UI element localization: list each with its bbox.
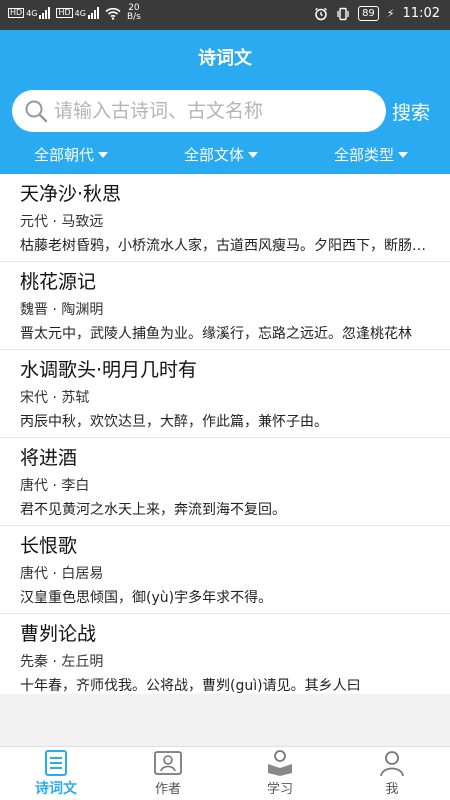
filter-bar: 全部朝代 全部文体 全部类型 <box>0 144 450 168</box>
signal-bars-icon <box>87 7 99 19</box>
sim2-signal: HD 4G <box>56 7 99 19</box>
filter-type-label: 全部类型 <box>334 146 395 164</box>
sim2-hd-label: HD <box>56 8 73 18</box>
poem-excerpt: 十年春，齐师伐我。公将战，曹刿(guì)请见。其乡人曰 <box>20 678 361 694</box>
charging-icon: ⚡ <box>386 7 395 20</box>
network-speed-unit: B/s <box>126 12 141 22</box>
bottom-tab-bar: 诗词文 作者 学习 我 <box>0 746 450 800</box>
sim2-network-label: 4G <box>74 8 86 18</box>
reader-icon <box>268 750 292 776</box>
tab-study-label: 学习 <box>266 782 293 797</box>
poem-author: 唐代 · 李白 <box>20 478 90 494</box>
network-speed: 20 B/s <box>127 4 141 22</box>
status-time: 11:02 <box>402 6 440 21</box>
sim1-signal: HD 4G <box>8 7 51 19</box>
poem-title: 曹刿论战 <box>20 623 97 645</box>
page-title: 诗词文 <box>198 48 252 69</box>
poem-excerpt: 晋太元中，武陵人捕鱼为业。缘溪行，忘路之远近。忽逢桃花林 <box>20 326 412 342</box>
poem-title: 天净沙·秋思 <box>20 183 122 205</box>
tab-me-label: 我 <box>385 782 399 797</box>
search-box[interactable] <box>12 90 386 132</box>
poem-excerpt: 君不见黄河之水天上来，奔流到海不复回。 <box>20 502 286 518</box>
header: 诗词文 搜索 全部朝代 全部文体 全部类型 <box>0 30 450 174</box>
signal-bars-icon <box>39 7 51 19</box>
poem-excerpt: 丙辰中秋，欢饮达旦，大醉，作此篇，兼怀子由。 <box>20 414 328 430</box>
list-item[interactable]: 将进酒 唐代 · 李白 君不见黄河之水天上来，奔流到海不复回。 <box>0 438 450 526</box>
filter-dynasty[interactable]: 全部朝代 <box>34 144 109 165</box>
poem-author: 魏晋 · 陶渊明 <box>20 302 104 318</box>
filter-genre-label: 全部文体 <box>184 146 245 164</box>
wifi-icon <box>105 7 121 20</box>
filter-genre[interactable]: 全部文体 <box>184 144 259 165</box>
filter-type[interactable]: 全部类型 <box>334 144 409 165</box>
poem-author: 先秦 · 左丘明 <box>20 654 104 670</box>
sim1-network-label: 4G <box>26 8 38 18</box>
vibrate-icon <box>337 7 349 20</box>
caret-down-icon <box>98 151 109 158</box>
caret-down-icon <box>248 151 259 158</box>
battery-indicator: 89 <box>358 6 379 21</box>
tab-poems-label: 诗词文 <box>35 781 77 797</box>
caret-down-icon <box>398 151 409 158</box>
poem-excerpt: 汉皇重色思倾国，御(yù)宇多年求不得。 <box>20 590 273 606</box>
tab-me[interactable]: 我 <box>336 749 448 799</box>
search-icon <box>25 100 48 123</box>
search-input[interactable] <box>54 96 374 126</box>
tab-poems[interactable]: 诗词文 <box>0 749 112 799</box>
poem-excerpt: 枯藤老树昏鸦，小桥流水人家，古道西风瘦马。夕阳西下，断肠人在天涯。 <box>20 238 430 254</box>
poem-author: 唐代 · 白居易 <box>20 566 104 582</box>
poem-title: 水调歌头·明月几时有 <box>20 359 198 381</box>
tab-authors-label: 作者 <box>154 782 181 797</box>
poem-title: 将进酒 <box>20 447 78 469</box>
list-item[interactable]: 桃花源记 魏晋 · 陶渊明 晋太元中，武陵人捕鱼为业。缘溪行，忘路之远近。忽逢桃… <box>0 262 450 350</box>
poem-title: 长恨歌 <box>20 535 78 557</box>
portrait-icon <box>154 751 182 775</box>
list-item[interactable]: 长恨歌 唐代 · 白居易 汉皇重色思倾国，御(yù)宇多年求不得。 <box>0 526 450 614</box>
poem-author: 元代 · 马致远 <box>20 214 104 230</box>
list-item[interactable]: 曹刿论战 先秦 · 左丘明 十年春，齐师伐我。公将战，曹刿(guì)请见。其乡人… <box>0 614 450 694</box>
tab-study[interactable]: 学习 <box>224 749 336 799</box>
person-icon <box>380 751 404 777</box>
status-bar: HD 4G HD 4G 20 B/s 89 ⚡ 11:02 <box>0 0 450 30</box>
document-icon <box>45 750 67 776</box>
poem-list: 天净沙·秋思 元代 · 马致远 枯藤老树昏鸦，小桥流水人家，古道西风瘦马。夕阳西… <box>0 174 450 694</box>
poem-title: 桃花源记 <box>20 271 97 293</box>
search-button[interactable]: 搜索 <box>392 98 430 125</box>
list-item[interactable]: 水调歌头·明月几时有 宋代 · 苏轼 丙辰中秋，欢饮达旦，大醉，作此篇，兼怀子由… <box>0 350 450 438</box>
tab-authors[interactable]: 作者 <box>112 749 224 799</box>
alarm-icon <box>315 7 327 20</box>
filter-dynasty-label: 全部朝代 <box>34 146 95 164</box>
list-item[interactable]: 天净沙·秋思 元代 · 马致远 枯藤老树昏鸦，小桥流水人家，古道西风瘦马。夕阳西… <box>0 174 450 262</box>
sim1-hd-label: HD <box>8 8 25 18</box>
poem-author: 宋代 · 苏轼 <box>20 390 90 406</box>
